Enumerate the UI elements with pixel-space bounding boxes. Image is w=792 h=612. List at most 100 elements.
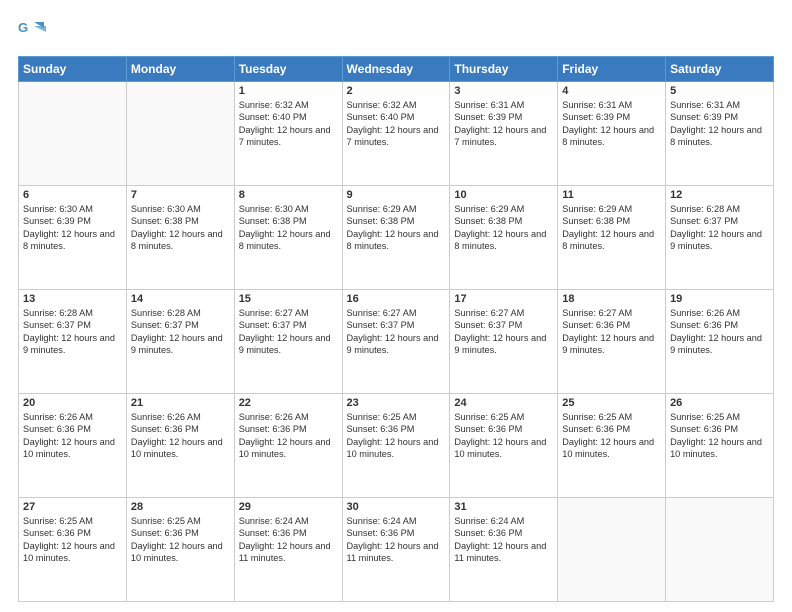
day-number: 12 xyxy=(670,189,769,201)
day-number: 17 xyxy=(454,293,553,305)
day-number: 29 xyxy=(239,501,338,513)
day-info: Sunrise: 6:25 AM Sunset: 6:36 PM Dayligh… xyxy=(562,411,661,461)
day-number: 30 xyxy=(347,501,446,513)
day-number: 11 xyxy=(562,189,661,201)
day-number: 31 xyxy=(454,501,553,513)
day-info: Sunrise: 6:25 AM Sunset: 6:36 PM Dayligh… xyxy=(23,515,122,565)
day-info: Sunrise: 6:24 AM Sunset: 6:36 PM Dayligh… xyxy=(454,515,553,565)
day-info: Sunrise: 6:27 AM Sunset: 6:36 PM Dayligh… xyxy=(562,307,661,357)
calendar-cell: 26 Sunrise: 6:25 AM Sunset: 6:36 PM Dayli… xyxy=(666,394,774,498)
day-info: Sunrise: 6:29 AM Sunset: 6:38 PM Dayligh… xyxy=(562,203,661,253)
col-header-tuesday: Tuesday xyxy=(234,57,342,82)
col-header-thursday: Thursday xyxy=(450,57,558,82)
day-info: Sunrise: 6:30 AM Sunset: 6:38 PM Dayligh… xyxy=(239,203,338,253)
day-info: Sunrise: 6:28 AM Sunset: 6:37 PM Dayligh… xyxy=(23,307,122,357)
day-info: Sunrise: 6:26 AM Sunset: 6:36 PM Dayligh… xyxy=(23,411,122,461)
calendar-cell: 15 Sunrise: 6:27 AM Sunset: 6:37 PM Dayli… xyxy=(234,290,342,394)
day-number: 28 xyxy=(131,501,230,513)
day-number: 1 xyxy=(239,85,338,97)
calendar-cell: 8 Sunrise: 6:30 AM Sunset: 6:38 PM Daylig… xyxy=(234,186,342,290)
calendar-cell: 31 Sunrise: 6:24 AM Sunset: 6:36 PM Dayli… xyxy=(450,498,558,602)
day-info: Sunrise: 6:28 AM Sunset: 6:37 PM Dayligh… xyxy=(131,307,230,357)
calendar-cell: 21Sunrise: 6:26 AM Sunset: 6:36 PM Dayli… xyxy=(126,394,234,498)
day-number: 3 xyxy=(454,85,553,97)
calendar-cell xyxy=(19,82,127,186)
day-info: Sunrise: 6:29 AM Sunset: 6:38 PM Dayligh… xyxy=(347,203,446,253)
calendar-cell: 4 Sunrise: 6:31 AM Sunset: 6:39 PM Daylig… xyxy=(558,82,666,186)
day-number: 2 xyxy=(347,85,446,97)
calendar-cell: 20 Sunrise: 6:26 AM Sunset: 6:36 PM Dayli… xyxy=(19,394,127,498)
col-header-wednesday: Wednesday xyxy=(342,57,450,82)
calendar-cell: 11 Sunrise: 6:29 AM Sunset: 6:38 PM Dayli… xyxy=(558,186,666,290)
day-info: Sunrise: 6:27 AM Sunset: 6:37 PM Dayligh… xyxy=(454,307,553,357)
day-number: 19 xyxy=(670,293,769,305)
day-info: Sunrise: 6:31 AM Sunset: 6:39 PM Dayligh… xyxy=(562,99,661,149)
calendar-cell xyxy=(558,498,666,602)
day-number: 4 xyxy=(562,85,661,97)
logo-icon: G xyxy=(18,18,46,46)
day-number: 23 xyxy=(347,397,446,409)
calendar-cell: 5 Sunrise: 6:31 AM Sunset: 6:39 PM Daylig… xyxy=(666,82,774,186)
col-header-sunday: Sunday xyxy=(19,57,127,82)
calendar-cell: 29 Sunrise: 6:24 AM Sunset: 6:36 PM Dayli… xyxy=(234,498,342,602)
calendar-cell: 23 Sunrise: 6:25 AM Sunset: 6:36 PM Dayli… xyxy=(342,394,450,498)
day-info: Sunrise: 6:25 AM Sunset: 6:36 PM Dayligh… xyxy=(347,411,446,461)
calendar-week-row: 20 Sunrise: 6:26 AM Sunset: 6:36 PM Dayli… xyxy=(19,394,774,498)
day-number: 26 xyxy=(670,397,769,409)
calendar-cell: 16Sunrise: 6:27 AM Sunset: 6:37 PM Dayli… xyxy=(342,290,450,394)
calendar-cell: 24Sunrise: 6:25 AM Sunset: 6:36 PM Dayli… xyxy=(450,394,558,498)
day-number: 15 xyxy=(239,293,338,305)
day-info: Sunrise: 6:28 AM Sunset: 6:37 PM Dayligh… xyxy=(670,203,769,253)
calendar-cell: 22 Sunrise: 6:26 AM Sunset: 6:36 PM Dayli… xyxy=(234,394,342,498)
day-number: 13 xyxy=(23,293,122,305)
day-info: Sunrise: 6:31 AM Sunset: 6:39 PM Dayligh… xyxy=(670,99,769,149)
col-header-saturday: Saturday xyxy=(666,57,774,82)
day-number: 6 xyxy=(23,189,122,201)
day-info: Sunrise: 6:26 AM Sunset: 6:36 PM Dayligh… xyxy=(239,411,338,461)
calendar-cell: 12 Sunrise: 6:28 AM Sunset: 6:37 PM Dayli… xyxy=(666,186,774,290)
day-info: Sunrise: 6:27 AM Sunset: 6:37 PM Dayligh… xyxy=(239,307,338,357)
calendar-week-row: 6 Sunrise: 6:30 AM Sunset: 6:39 PM Daylig… xyxy=(19,186,774,290)
col-header-friday: Friday xyxy=(558,57,666,82)
calendar-cell xyxy=(666,498,774,602)
calendar-header-row: SundayMondayTuesdayWednesdayThursdayFrid… xyxy=(19,57,774,82)
day-number: 5 xyxy=(670,85,769,97)
calendar-cell: 19 Sunrise: 6:26 AM Sunset: 6:36 PM Dayli… xyxy=(666,290,774,394)
col-header-monday: Monday xyxy=(126,57,234,82)
header: G xyxy=(18,18,774,46)
day-number: 14 xyxy=(131,293,230,305)
day-info: Sunrise: 6:25 AM Sunset: 6:36 PM Dayligh… xyxy=(670,411,769,461)
calendar-cell: 25 Sunrise: 6:25 AM Sunset: 6:36 PM Dayli… xyxy=(558,394,666,498)
day-info: Sunrise: 6:27 AM Sunset: 6:37 PM Dayligh… xyxy=(347,307,446,357)
calendar-week-row: 1 Sunrise: 6:32 AM Sunset: 6:40 PM Daylig… xyxy=(19,82,774,186)
day-number: 10 xyxy=(454,189,553,201)
day-number: 8 xyxy=(239,189,338,201)
day-info: Sunrise: 6:32 AM Sunset: 6:40 PM Dayligh… xyxy=(239,99,338,149)
day-number: 24 xyxy=(454,397,553,409)
day-number: 22 xyxy=(239,397,338,409)
calendar-cell: 1 Sunrise: 6:32 AM Sunset: 6:40 PM Daylig… xyxy=(234,82,342,186)
day-info: Sunrise: 6:32 AM Sunset: 6:40 PM Dayligh… xyxy=(347,99,446,149)
calendar-cell: 10 Sunrise: 6:29 AM Sunset: 6:38 PM Dayli… xyxy=(450,186,558,290)
day-number: 7 xyxy=(131,189,230,201)
day-number: 20 xyxy=(23,397,122,409)
day-number: 25 xyxy=(562,397,661,409)
calendar-cell: 18 Sunrise: 6:27 AM Sunset: 6:36 PM Dayli… xyxy=(558,290,666,394)
day-info: Sunrise: 6:31 AM Sunset: 6:39 PM Dayligh… xyxy=(454,99,553,149)
calendar-cell: 7Sunrise: 6:30 AM Sunset: 6:38 PM Daylig… xyxy=(126,186,234,290)
calendar-cell: 30Sunrise: 6:24 AM Sunset: 6:36 PM Dayli… xyxy=(342,498,450,602)
day-info: Sunrise: 6:30 AM Sunset: 6:39 PM Dayligh… xyxy=(23,203,122,253)
calendar-week-row: 13 Sunrise: 6:28 AM Sunset: 6:37 PM Dayli… xyxy=(19,290,774,394)
calendar-cell: 28Sunrise: 6:25 AM Sunset: 6:36 PM Dayli… xyxy=(126,498,234,602)
calendar-week-row: 27Sunrise: 6:25 AM Sunset: 6:36 PM Dayli… xyxy=(19,498,774,602)
day-number: 21 xyxy=(131,397,230,409)
day-info: Sunrise: 6:29 AM Sunset: 6:38 PM Dayligh… xyxy=(454,203,553,253)
day-info: Sunrise: 6:26 AM Sunset: 6:36 PM Dayligh… xyxy=(670,307,769,357)
day-number: 9 xyxy=(347,189,446,201)
day-info: Sunrise: 6:24 AM Sunset: 6:36 PM Dayligh… xyxy=(239,515,338,565)
calendar-cell: 6 Sunrise: 6:30 AM Sunset: 6:39 PM Daylig… xyxy=(19,186,127,290)
calendar-cell: 14 Sunrise: 6:28 AM Sunset: 6:37 PM Dayli… xyxy=(126,290,234,394)
calendar-cell: 13 Sunrise: 6:28 AM Sunset: 6:37 PM Dayli… xyxy=(19,290,127,394)
day-number: 18 xyxy=(562,293,661,305)
calendar-cell: 17 Sunrise: 6:27 AM Sunset: 6:37 PM Dayli… xyxy=(450,290,558,394)
